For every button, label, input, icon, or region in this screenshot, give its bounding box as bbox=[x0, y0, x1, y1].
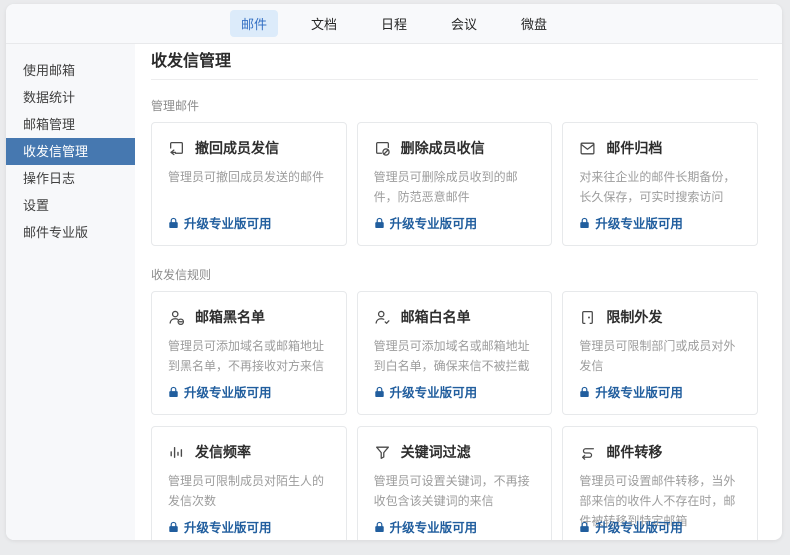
delete-inbox-icon bbox=[374, 140, 391, 157]
main-content: 收发信管理 管理邮件 撤回成员发信 管理员可撤回成员发送的邮件 bbox=[135, 44, 782, 540]
card-description: 管理员可限制部门或成员对外发信 bbox=[579, 336, 741, 376]
card-mailbox-blacklist[interactable]: 邮箱黑名单 管理员可添加域名或邮箱地址到黑名单，不再接收对方来信 升级专业版可用 bbox=[151, 291, 347, 415]
upgrade-pro-link[interactable]: 升级专业版可用 bbox=[579, 517, 683, 536]
card-title: 邮件转移 bbox=[606, 442, 662, 462]
card-grid-rules: 邮箱黑名单 管理员可添加域名或邮箱地址到黑名单，不再接收对方来信 升级专业版可用 bbox=[151, 291, 758, 540]
card-description: 管理员可限制成员对陌生人的发信次数 bbox=[168, 471, 330, 511]
sidebar-item-use-mailbox[interactable]: 使用邮箱 bbox=[6, 57, 135, 84]
card-title: 限制外发 bbox=[606, 307, 662, 327]
lock-icon bbox=[579, 521, 590, 533]
title-divider bbox=[151, 79, 758, 80]
card-title: 关键词过滤 bbox=[401, 442, 471, 462]
lock-icon bbox=[168, 217, 179, 229]
card-description: 管理员可删除成员收到的邮件，防范恶意邮件 bbox=[374, 167, 536, 207]
card-mail-archive[interactable]: 邮件归档 对来往企业的邮件长期备份，长久保存，可实时搜索访问 升级专业版可用 bbox=[562, 122, 758, 246]
card-grid-manage-mail: 撤回成员发信 管理员可撤回成员发送的邮件 升级专业版可用 bbox=[151, 122, 758, 246]
upgrade-pro-label: 升级专业版可用 bbox=[390, 382, 478, 401]
upgrade-pro-label: 升级专业版可用 bbox=[390, 517, 478, 536]
card-description: 管理员可添加域名或邮箱地址到黑名单，不再接收对方来信 bbox=[168, 336, 330, 376]
card-description: 管理员可撤回成员发送的邮件 bbox=[168, 167, 330, 187]
upgrade-pro-link[interactable]: 升级专业版可用 bbox=[168, 213, 272, 232]
page-title: 收发信管理 bbox=[151, 52, 758, 72]
top-navigation: 邮件 文档 日程 会议 微盘 bbox=[6, 4, 782, 44]
card-mail-transfer[interactable]: 邮件转移 管理员可设置邮件转移，当外部来信的收件人不存在时，邮件被转移到特定邮箱… bbox=[562, 426, 758, 540]
sidebar-item-mailbox-management[interactable]: 邮箱管理 bbox=[6, 111, 135, 138]
card-title: 删除成员收信 bbox=[401, 138, 485, 158]
lock-icon bbox=[579, 386, 590, 398]
card-delete-member-inbox[interactable]: 删除成员收信 管理员可删除成员收到的邮件，防范恶意邮件 升级专业版可用 bbox=[357, 122, 553, 246]
send-frequency-icon bbox=[168, 444, 185, 461]
sidebar-item-mail-pro[interactable]: 邮件专业版 bbox=[6, 219, 135, 246]
mail-archive-icon bbox=[579, 140, 596, 157]
tab-drive[interactable]: 微盘 bbox=[510, 10, 558, 37]
recall-mail-icon bbox=[168, 140, 185, 157]
upgrade-pro-label: 升级专业版可用 bbox=[184, 213, 272, 232]
sidebar-item-data-stats[interactable]: 数据统计 bbox=[6, 84, 135, 111]
tab-docs[interactable]: 文档 bbox=[300, 10, 348, 37]
upgrade-pro-link[interactable]: 升级专业版可用 bbox=[374, 382, 478, 401]
card-title: 发信频率 bbox=[195, 442, 251, 462]
sidebar-item-settings[interactable]: 设置 bbox=[6, 192, 135, 219]
tab-schedule[interactable]: 日程 bbox=[370, 10, 418, 37]
lock-icon bbox=[168, 521, 179, 533]
upgrade-pro-link[interactable]: 升级专业版可用 bbox=[168, 382, 272, 401]
restrict-outgoing-icon bbox=[579, 309, 596, 326]
card-keyword-filter[interactable]: 关键词过滤 管理员可设置关键词，不再接收包含该关键词的来信 升级专业版可用 bbox=[357, 426, 553, 540]
mail-transfer-icon bbox=[579, 444, 596, 461]
app-window: 邮件 文档 日程 会议 微盘 使用邮箱 数据统计 邮箱管理 收发信管理 操作日志… bbox=[6, 4, 782, 540]
lock-icon bbox=[374, 521, 385, 533]
keyword-filter-icon bbox=[374, 444, 391, 461]
section-label-manage-mail: 管理邮件 bbox=[151, 98, 758, 115]
card-send-frequency[interactable]: 发信频率 管理员可限制成员对陌生人的发信次数 升级专业版可用 bbox=[151, 426, 347, 540]
upgrade-pro-label: 升级专业版可用 bbox=[595, 382, 683, 401]
card-title: 撤回成员发信 bbox=[195, 138, 279, 158]
upgrade-pro-link[interactable]: 升级专业版可用 bbox=[374, 517, 478, 536]
lock-icon bbox=[374, 386, 385, 398]
card-description: 对来往企业的邮件长期备份，长久保存，可实时搜索访问 bbox=[579, 167, 741, 207]
upgrade-pro-link[interactable]: 升级专业版可用 bbox=[579, 213, 683, 232]
upgrade-pro-label: 升级专业版可用 bbox=[184, 382, 272, 401]
card-description: 管理员可设置关键词，不再接收包含该关键词的来信 bbox=[374, 471, 536, 511]
upgrade-pro-link[interactable]: 升级专业版可用 bbox=[579, 382, 683, 401]
upgrade-pro-label: 升级专业版可用 bbox=[595, 213, 683, 232]
card-title: 邮箱白名单 bbox=[401, 307, 471, 327]
whitelist-icon bbox=[374, 309, 391, 326]
card-description: 管理员可添加域名或邮箱地址到白名单，确保来信不被拦截 bbox=[374, 336, 536, 376]
sidebar: 使用邮箱 数据统计 邮箱管理 收发信管理 操作日志 设置 邮件专业版 bbox=[6, 44, 135, 540]
sidebar-item-send-receive-management[interactable]: 收发信管理 bbox=[6, 138, 135, 165]
tab-mail[interactable]: 邮件 bbox=[230, 10, 278, 37]
upgrade-pro-label: 升级专业版可用 bbox=[184, 517, 272, 536]
upgrade-pro-link[interactable]: 升级专业版可用 bbox=[168, 517, 272, 536]
upgrade-pro-label: 升级专业版可用 bbox=[390, 213, 478, 232]
card-mailbox-whitelist[interactable]: 邮箱白名单 管理员可添加域名或邮箱地址到白名单，确保来信不被拦截 升级专业版可用 bbox=[357, 291, 553, 415]
card-recall-member-mail[interactable]: 撤回成员发信 管理员可撤回成员发送的邮件 升级专业版可用 bbox=[151, 122, 347, 246]
sidebar-item-operation-log[interactable]: 操作日志 bbox=[6, 165, 135, 192]
blacklist-icon bbox=[168, 309, 185, 326]
card-restrict-outgoing[interactable]: 限制外发 管理员可限制部门或成员对外发信 升级专业版可用 bbox=[562, 291, 758, 415]
card-title: 邮箱黑名单 bbox=[195, 307, 265, 327]
lock-icon bbox=[168, 386, 179, 398]
section-label-send-receive-rules: 收发信规则 bbox=[151, 267, 758, 284]
upgrade-pro-label: 升级专业版可用 bbox=[595, 517, 683, 536]
upgrade-pro-link[interactable]: 升级专业版可用 bbox=[374, 213, 478, 232]
lock-icon bbox=[374, 217, 385, 229]
card-title: 邮件归档 bbox=[606, 138, 662, 158]
tab-meeting[interactable]: 会议 bbox=[440, 10, 488, 37]
lock-icon bbox=[579, 217, 590, 229]
